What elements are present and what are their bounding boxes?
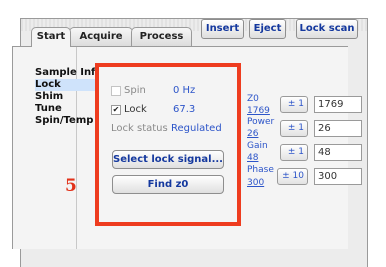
- sidebar-item-tune[interactable]: Tune: [35, 103, 62, 115]
- gain-input[interactable]: 48: [314, 144, 362, 161]
- tab-start[interactable]: Start: [31, 27, 71, 47]
- tab-acquire[interactable]: Acquire: [69, 27, 133, 46]
- eject-button[interactable]: Eject: [249, 19, 286, 39]
- z0-value[interactable]: 1769: [247, 106, 270, 116]
- lock-scan-button[interactable]: Lock scan: [296, 19, 358, 39]
- phase-step-button[interactable]: ± 10: [277, 168, 308, 185]
- gain-value[interactable]: 48: [247, 153, 258, 163]
- sidebar-item-lock[interactable]: Lock: [35, 79, 95, 91]
- phase-input[interactable]: 300: [314, 168, 362, 185]
- highlight-box: [95, 63, 241, 226]
- power-value[interactable]: 26: [247, 129, 258, 139]
- gain-step-button[interactable]: ± 1: [280, 144, 308, 161]
- power-step-button[interactable]: ± 1: [280, 120, 308, 137]
- sidebar-item-sample-info[interactable]: Sample Info: [35, 67, 97, 79]
- insert-button[interactable]: Insert: [201, 19, 244, 39]
- z0-input[interactable]: 1769: [314, 96, 362, 113]
- power-input[interactable]: 26: [314, 120, 362, 137]
- tab-process[interactable]: Process: [131, 27, 192, 46]
- z0-step-button[interactable]: ± 1: [280, 96, 308, 113]
- phase-value[interactable]: 300: [247, 178, 264, 188]
- sidebar-item-spin-temp[interactable]: Spin/Temp: [35, 115, 93, 127]
- sidebar-item-shim[interactable]: Shim: [35, 91, 63, 103]
- step-number-label: 5: [65, 176, 77, 196]
